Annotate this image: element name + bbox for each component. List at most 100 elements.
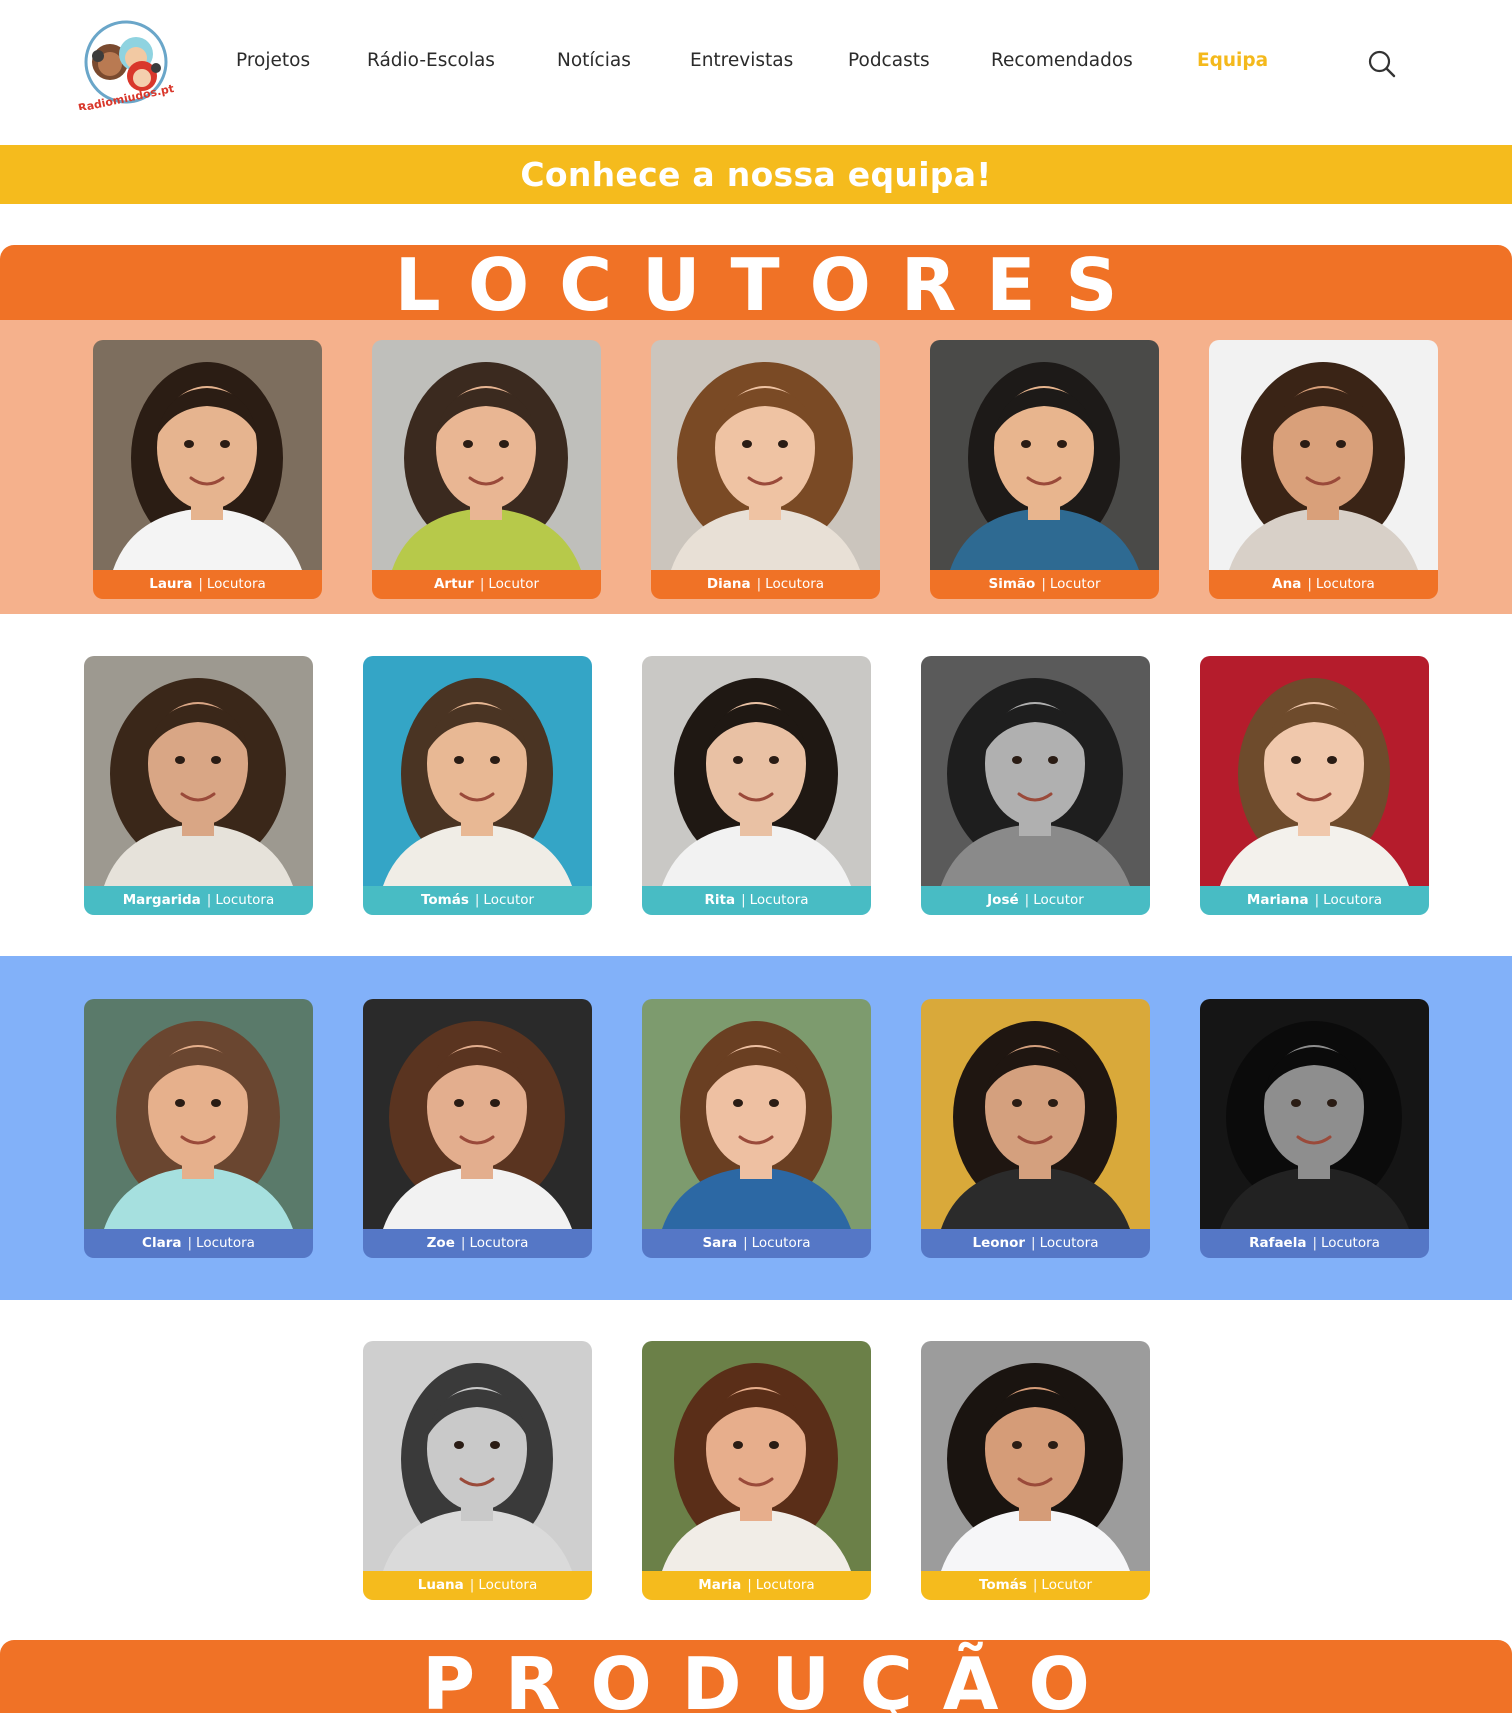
team-banner: Conhece a nossa equipa! <box>0 145 1512 204</box>
caption-separator: | <box>1041 576 1046 592</box>
nav-recomendados[interactable]: Recomendados <box>991 50 1133 71</box>
nav-entrevistas[interactable]: Entrevistas <box>690 50 793 71</box>
member-photo <box>372 340 601 570</box>
member-role: Locutora <box>765 576 825 592</box>
member-caption: Sara | Locutora <box>642 1229 871 1258</box>
caption-separator: | <box>741 892 746 908</box>
member-photo <box>1200 656 1429 886</box>
team-member-card[interactable]: Ana | Locutora <box>1209 340 1438 599</box>
team-member-card[interactable]: Clara | Locutora <box>84 999 313 1258</box>
section-header-producao: PRODUÇÃO <box>0 1640 1512 1713</box>
member-role: Locutora <box>478 1577 538 1593</box>
section-header-locutores: LOCUTORES <box>0 245 1512 320</box>
member-role: Locutora <box>751 1235 811 1251</box>
team-member-card[interactable]: Diana | Locutora <box>651 340 880 599</box>
radiomiudos-logo[interactable]: Radiomiudos.pt <box>78 18 174 110</box>
member-caption: Ana | Locutora <box>1209 570 1438 599</box>
member-caption: Luana | Locutora <box>363 1571 592 1600</box>
member-name: Tomás <box>420 892 469 908</box>
member-name: Ana <box>1272 576 1302 592</box>
member-caption: Maria | Locutora <box>642 1571 871 1600</box>
member-name: Mariana <box>1246 892 1309 908</box>
member-role: Locutora <box>1321 1235 1380 1251</box>
member-photo <box>921 656 1150 886</box>
member-role: Locutor <box>1041 1577 1093 1593</box>
caption-separator: | <box>474 892 480 908</box>
team-member-card[interactable]: Tomás | Locutor <box>921 1341 1150 1600</box>
member-name: Artur <box>433 576 474 592</box>
member-photo <box>921 1341 1150 1571</box>
member-role: Locutora <box>215 892 275 908</box>
nav-projetos[interactable]: Projetos <box>236 50 310 71</box>
team-member-card[interactable]: Zoe | Locutora <box>363 999 592 1258</box>
nav-noticias[interactable]: Notícias <box>557 50 631 71</box>
member-photo <box>642 656 871 886</box>
member-name: Margarida <box>122 892 201 908</box>
member-photo <box>1200 999 1429 1229</box>
team-member-card[interactable]: Sara | Locutora <box>642 999 871 1258</box>
member-caption: Leonor | Locutora <box>921 1229 1150 1258</box>
member-caption: Tomás | Locutor <box>363 886 592 915</box>
team-member-card[interactable]: Luana | Locutora <box>363 1341 592 1600</box>
member-role: Locutora <box>1315 576 1375 592</box>
member-role: Locutora <box>755 1577 815 1593</box>
member-caption: Zoe | Locutora <box>363 1229 592 1258</box>
member-name: Laura <box>149 576 193 592</box>
member-photo <box>363 999 592 1229</box>
member-role: Locutora <box>206 576 266 592</box>
team-member-card[interactable]: Simão | Locutor <box>930 340 1159 599</box>
member-photo <box>642 1341 871 1571</box>
section-title-locutores: LOCUTORES <box>394 245 1148 320</box>
caption-separator: | <box>747 1577 752 1593</box>
search-icon[interactable] <box>1366 48 1398 80</box>
caption-separator: | <box>206 892 212 908</box>
member-caption: Tomás | Locutor <box>921 1571 1150 1600</box>
member-name: Simão <box>988 576 1036 592</box>
nav-radio-escolas[interactable]: Rádio-Escolas <box>367 50 495 71</box>
member-name: José <box>987 892 1019 908</box>
member-role: Locutor <box>483 892 535 908</box>
member-photo <box>930 340 1159 570</box>
member-name: Tomás <box>978 1577 1027 1593</box>
section-title-producao: PRODUÇÃO <box>422 1642 1120 1713</box>
banner-title: Conhece a nossa equipa! <box>520 155 992 194</box>
caption-separator: | <box>469 1577 475 1593</box>
member-photo <box>93 340 322 570</box>
caption-separator: | <box>198 576 203 592</box>
member-caption: José | Locutor <box>921 886 1150 915</box>
member-role: Locutora <box>469 1235 529 1251</box>
caption-separator: | <box>756 576 762 592</box>
member-role: Locutor <box>488 576 539 592</box>
member-photo <box>921 999 1150 1229</box>
member-name: Clara <box>142 1235 182 1251</box>
nav-podcasts[interactable]: Podcasts <box>848 50 930 71</box>
caption-separator: | <box>479 576 485 592</box>
member-name: Sara <box>702 1235 738 1251</box>
team-member-card[interactable]: Maria | Locutora <box>642 1341 871 1600</box>
team-member-card[interactable]: Laura | Locutora <box>93 340 322 599</box>
member-name: Rafaela <box>1249 1235 1307 1251</box>
member-photo <box>1209 340 1438 570</box>
site-header: Radiomiudos.pt Projetos Rádio-Escolas No… <box>0 0 1512 145</box>
team-member-card[interactable]: Margarida | Locutora <box>84 656 313 915</box>
member-caption: Artur | Locutor <box>372 570 601 599</box>
member-role: Locutor <box>1049 576 1101 592</box>
member-caption: Diana | Locutora <box>651 570 880 599</box>
member-name: Rita <box>704 892 736 908</box>
member-photo <box>363 656 592 886</box>
team-member-card[interactable]: José | Locutor <box>921 656 1150 915</box>
member-role: Locutor <box>1033 892 1084 908</box>
team-member-card[interactable]: Leonor | Locutora <box>921 999 1150 1258</box>
member-name: Zoe <box>426 1235 455 1251</box>
team-member-card[interactable]: Tomás | Locutor <box>363 656 592 915</box>
caption-separator: | <box>743 1235 748 1251</box>
team-member-card[interactable]: Rafaela | Locutora <box>1200 999 1429 1258</box>
caption-separator: | <box>1307 576 1312 592</box>
nav-equipa[interactable]: Equipa <box>1197 50 1268 71</box>
team-member-card[interactable]: Rita | Locutora <box>642 656 871 915</box>
member-photo <box>642 999 871 1229</box>
caption-separator: | <box>460 1235 466 1251</box>
team-member-card[interactable]: Mariana | Locutora <box>1200 656 1429 915</box>
team-member-card[interactable]: Artur | Locutor <box>372 340 601 599</box>
member-photo <box>363 1341 592 1571</box>
